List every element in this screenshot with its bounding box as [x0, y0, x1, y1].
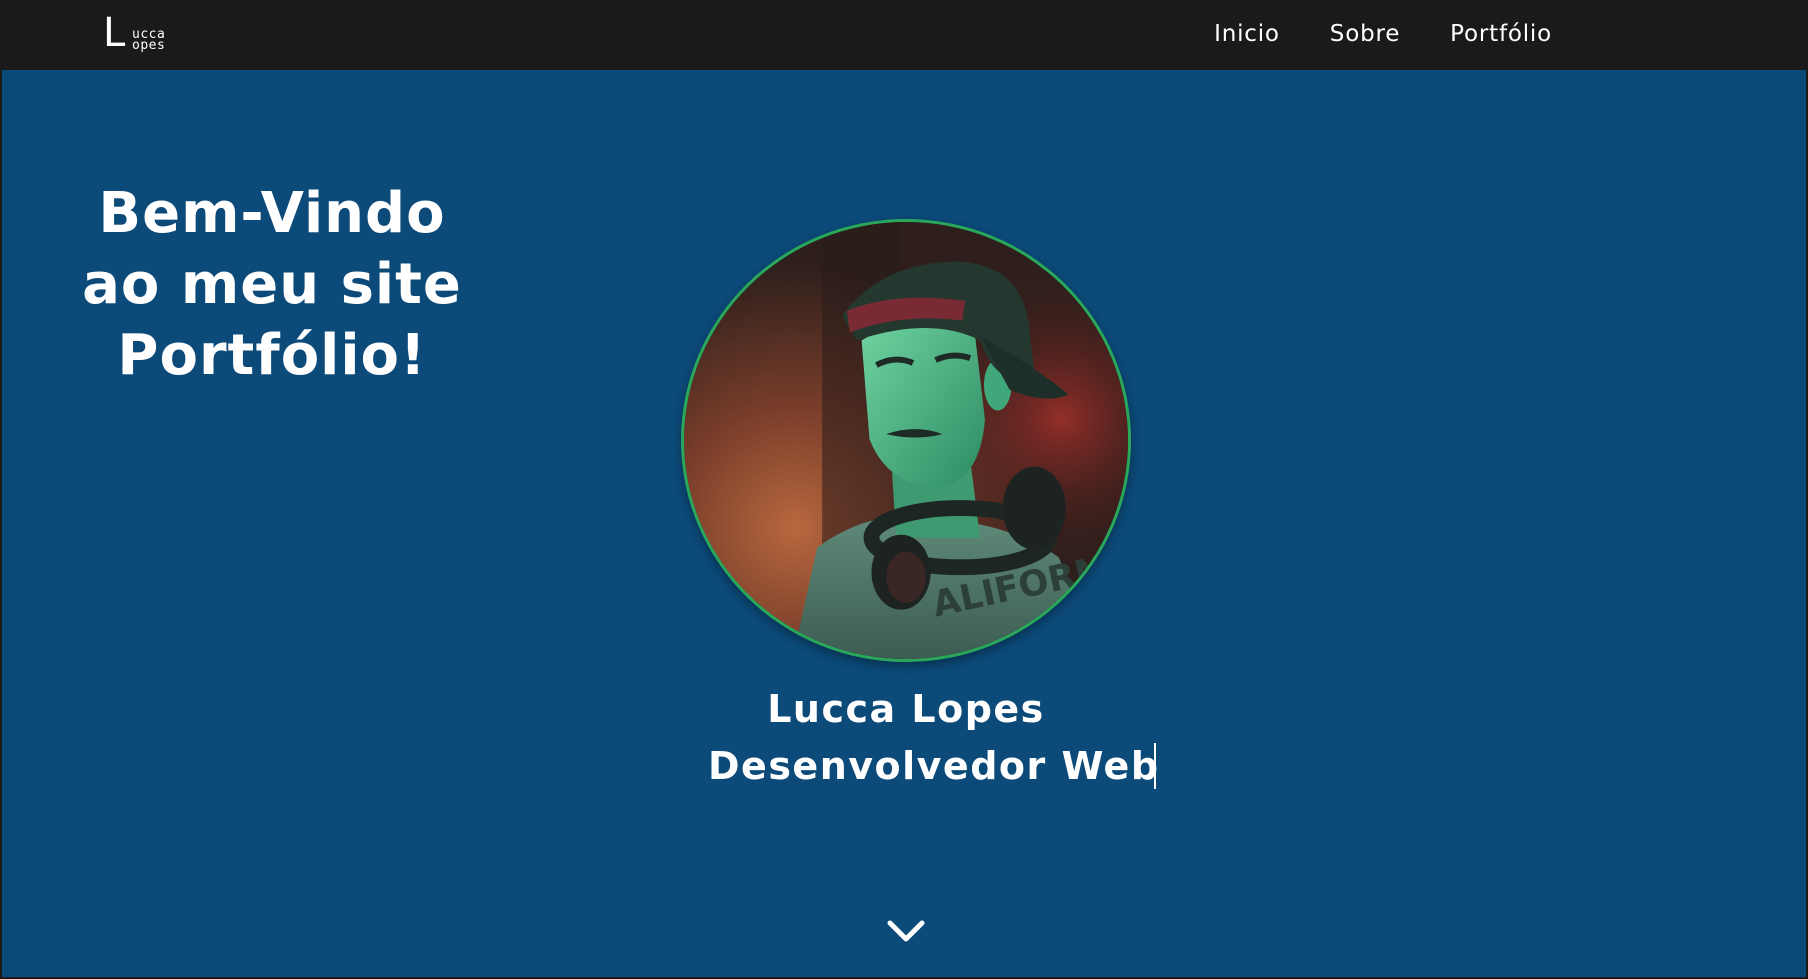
chevron-down-icon — [887, 920, 925, 942]
profile-photo-image: ALIFORN — [684, 222, 1128, 659]
profile-name: Lucca Lopes — [767, 687, 1045, 731]
profile-photo: ALIFORN — [681, 219, 1131, 662]
nav-link-inicio[interactable]: Inicio — [1214, 19, 1280, 49]
welcome-line2: ao meu site — [82, 252, 462, 317]
site-logo[interactable]: L ucca opes — [103, 13, 173, 53]
logo-line2: opes — [132, 38, 166, 53]
nav-link-portfolio[interactable]: Portfólio — [1450, 19, 1552, 49]
profile-role-line: Desenvolvedor Web — [708, 741, 1158, 791]
welcome-line1: Bem-Vindo — [98, 181, 446, 246]
typing-cursor — [1153, 743, 1156, 789]
page-frame: L ucca opes Inicio Sobre Portfólio Bem-V… — [0, 0, 1808, 979]
scroll-down-button[interactable] — [882, 915, 930, 949]
nav-link-sobre[interactable]: Sobre — [1330, 19, 1400, 49]
welcome-heading: Bem-Vindo ao meu site Portfólio! — [82, 178, 462, 391]
logo-initial: L — [103, 10, 126, 56]
profile-role: Desenvolvedor Web — [708, 744, 1160, 788]
navbar: L ucca opes Inicio Sobre Portfólio — [2, 0, 1806, 70]
nav-menu: Inicio Sobre Portfólio — [1214, 19, 1552, 49]
welcome-line3: Portfólio! — [117, 323, 427, 388]
